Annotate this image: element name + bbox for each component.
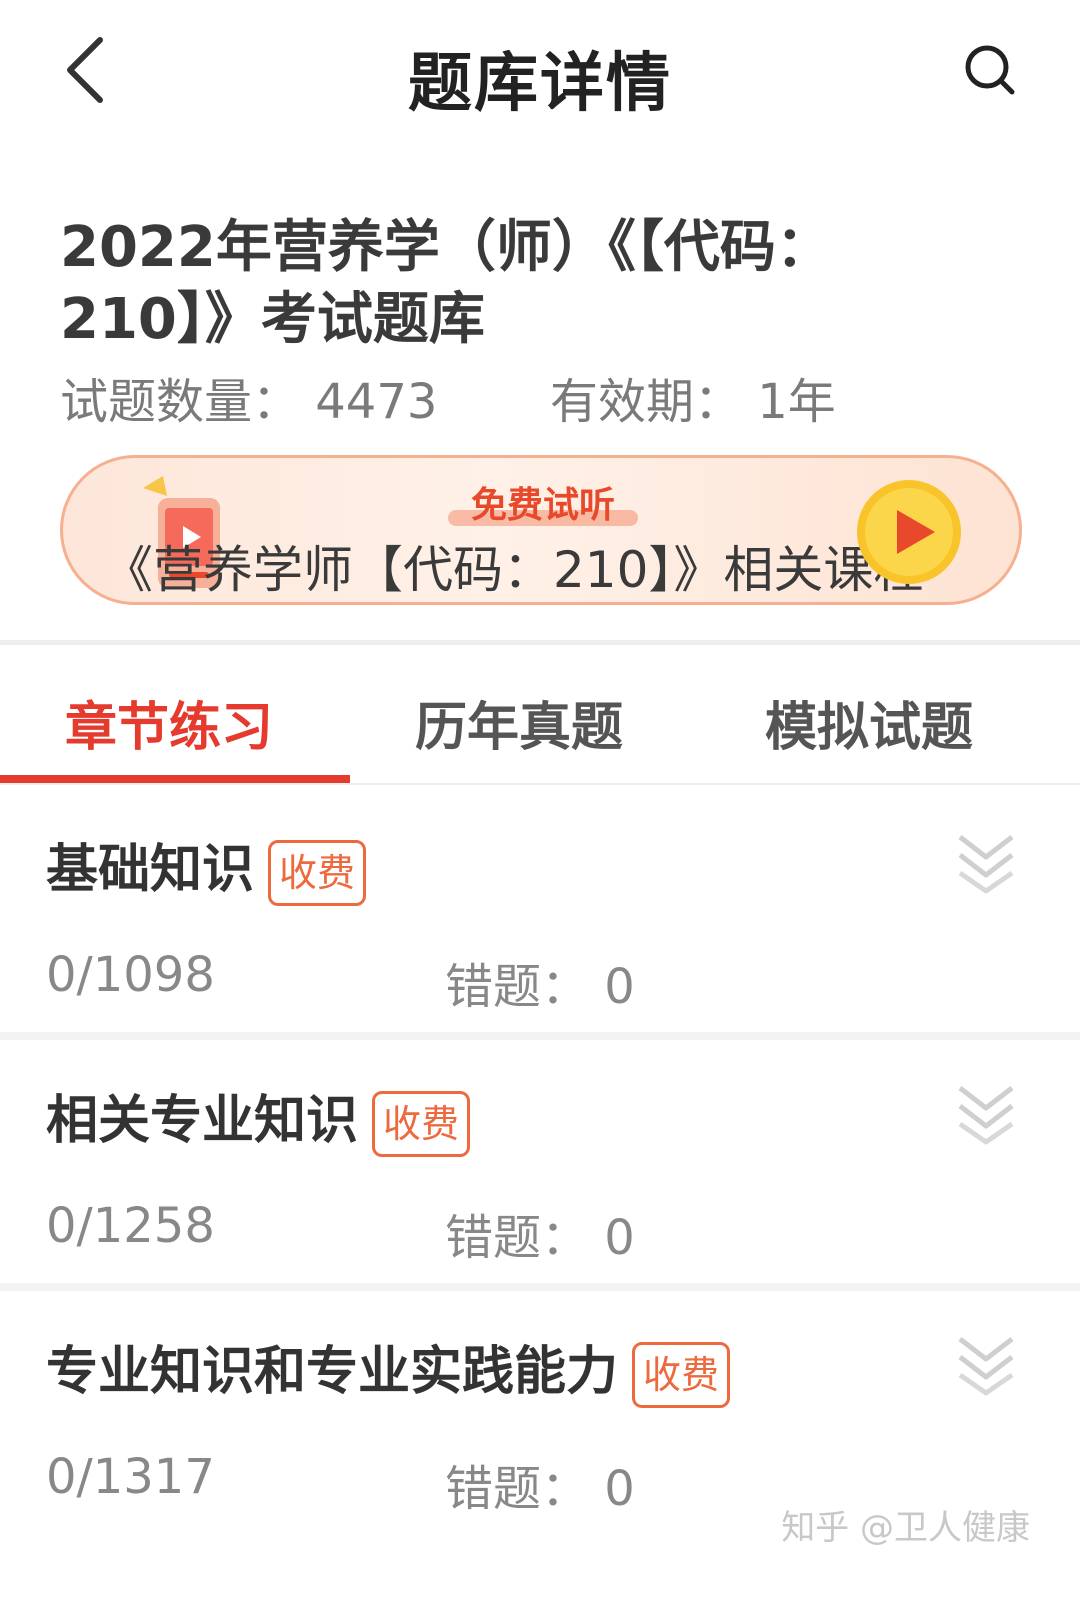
wrong-count: 错题： 0 xyxy=(445,959,635,1015)
chapter-title: 基础知识 收费 xyxy=(46,827,367,906)
double-chevron-down-icon[interactable] xyxy=(954,1078,1018,1148)
double-chevron-down-icon[interactable] xyxy=(954,1329,1018,1399)
play-icon[interactable] xyxy=(853,476,965,588)
bank-title-line1: 2022年营养学（师）《【代码： xyxy=(60,215,832,280)
paid-badge: 收费 xyxy=(268,840,367,906)
bank-meta: 试题数量： 4473 有效期： 1年 xyxy=(60,362,1020,430)
double-chevron-down-icon[interactable] xyxy=(954,827,1018,897)
wrong-count: 错题： 0 xyxy=(445,1461,635,1517)
chapter-progress: 0/1098 xyxy=(46,947,215,1003)
chapter-name-text: 基础知识 xyxy=(46,840,255,900)
tab-past-exams[interactable]: 历年真题 xyxy=(415,685,623,760)
page-title: 题库详情 xyxy=(408,47,672,121)
search-button[interactable] xyxy=(960,40,1020,100)
bank-title-line2: 210】》考试题库 xyxy=(60,287,485,352)
free-trial-course-banner[interactable]: 免费试听 《营养学师【代码：210】》相关课程 xyxy=(60,455,1022,605)
related-course-text: 《营养学师【代码：210】》相关课程 xyxy=(103,541,924,599)
wrong-count: 错题： 0 xyxy=(445,1210,635,1266)
paid-badge: 收费 xyxy=(632,1342,731,1408)
app-header: 题库详情 xyxy=(0,0,1080,150)
practice-tabs: 章节练习 历年真题 模拟试题 xyxy=(0,645,1080,785)
free-trial-tag: 免费试听 xyxy=(470,485,615,526)
chapter-name-text: 专业知识和专业实践能力 xyxy=(46,1342,619,1402)
chapter-name-text: 相关专业知识 xyxy=(46,1091,359,1151)
chapter-item[interactable]: 相关专业知识 收费 0/1258 错题： 0 xyxy=(0,1038,1080,1288)
chapter-item[interactable]: 基础知识 收费 0/1098 错题： 0 xyxy=(0,787,1080,1037)
watermark: 知乎 @卫人健康 xyxy=(781,1508,1030,1548)
active-tab-indicator xyxy=(0,775,350,783)
validity-period: 有效期： 1年 xyxy=(550,374,836,430)
chapter-title: 相关专业知识 收费 xyxy=(46,1078,471,1157)
search-icon xyxy=(965,45,1015,95)
paid-badge: 收费 xyxy=(372,1091,471,1157)
question-bank-title: 2022年营养学（师）《【代码： 210】》考试题库 xyxy=(60,212,1020,356)
chapter-progress: 0/1258 xyxy=(46,1198,215,1254)
chapter-progress: 0/1317 xyxy=(46,1449,215,1505)
question-count: 试题数量： 4473 xyxy=(60,374,438,430)
tab-chapter-practice[interactable]: 章节练习 xyxy=(65,685,273,760)
chapter-title: 专业知识和专业实践能力 收费 xyxy=(46,1329,731,1408)
tab-mock-exams[interactable]: 模拟试题 xyxy=(765,685,973,760)
